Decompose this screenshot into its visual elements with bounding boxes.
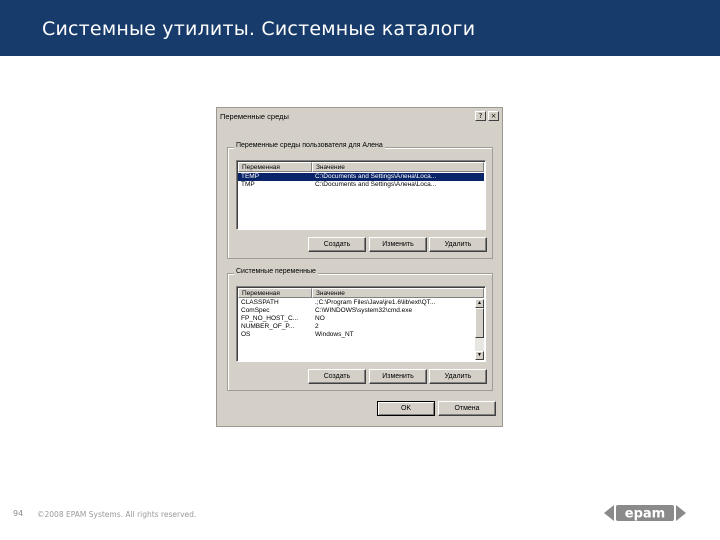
system-delete-button[interactable]: Удалить xyxy=(429,369,487,384)
slide-header: Системные утилиты. Системные каталоги xyxy=(0,0,720,56)
list-item[interactable]: CLASSPATH .;C:\Program Files\Java\jre1.6\… xyxy=(238,299,474,307)
variable-name: NUMBER_OF_P... xyxy=(241,323,295,330)
variable-value: NO xyxy=(315,315,325,322)
variable-value: C:\Documents and Settings\Алена\Loca... xyxy=(315,173,437,180)
system-list-rows: CLASSPATH .;C:\Program Files\Java\jre1.6\… xyxy=(238,299,474,339)
user-edit-button[interactable]: Изменить xyxy=(369,237,427,252)
variable-value: C:\Documents and Settings\Алена\Loca... xyxy=(315,181,437,188)
user-variables-list[interactable]: Переменная Значение TEMP C:\Documents and… xyxy=(236,160,486,230)
user-new-button[interactable]: Создать xyxy=(308,237,366,252)
environment-variables-dialog: Переменные среды ? × Переменные среды по… xyxy=(216,107,503,427)
scroll-up-icon[interactable]: ▲ xyxy=(475,299,484,308)
variable-value: Windows_NT xyxy=(315,331,354,338)
variable-value: 2 xyxy=(315,323,319,330)
epam-logo: epam xyxy=(604,505,686,522)
ok-button[interactable]: OK xyxy=(377,401,435,416)
variable-name: TEMP xyxy=(241,173,260,180)
dialog-titlebar: Переменные среды ? × xyxy=(217,108,502,126)
variable-name: ComSpec xyxy=(241,307,270,314)
user-variables-legend: Переменные среды пользователя для Алена xyxy=(234,142,385,149)
close-icon[interactable]: × xyxy=(488,111,499,121)
system-variables-list[interactable]: Переменная Значение CLASSPATH .;C:\Progra… xyxy=(236,286,486,362)
system-list-header: Переменная Значение xyxy=(238,288,484,298)
column-header-value[interactable]: Значение xyxy=(312,162,484,172)
system-variables-group: Системные переменные Переменная Значение… xyxy=(227,268,493,391)
variable-value: C:\WINDOWS\system32\cmd.exe xyxy=(315,307,413,314)
variable-name: OS xyxy=(241,331,251,338)
user-variables-group: Переменные среды пользователя для Алена … xyxy=(227,142,493,259)
column-header-value[interactable]: Значение xyxy=(312,288,484,298)
slide-title: Системные утилиты. Системные каталоги xyxy=(42,18,476,40)
system-edit-button[interactable]: Изменить xyxy=(369,369,427,384)
list-item[interactable]: TMP C:\Documents and Settings\Алена\Loca.… xyxy=(238,181,484,189)
list-item[interactable]: NUMBER_OF_P... 2 xyxy=(238,323,474,331)
scroll-thumb[interactable] xyxy=(475,308,484,338)
variable-name: TMP xyxy=(241,181,255,188)
cancel-button[interactable]: Отмена xyxy=(438,401,496,416)
user-list-rows: TEMP C:\Documents and Settings\Алена\Loca… xyxy=(238,173,484,189)
user-list-header: Переменная Значение xyxy=(238,162,484,172)
system-variables-legend: Системные переменные xyxy=(234,268,318,275)
list-item[interactable]: FP_NO_HOST_C... NO xyxy=(238,315,474,323)
logo-text: epam xyxy=(625,507,665,522)
variable-name: CLASSPATH xyxy=(241,299,279,306)
dialog-title: Переменные среды xyxy=(220,112,289,121)
list-item[interactable]: ComSpec C:\WINDOWS\system32\cmd.exe xyxy=(238,307,474,315)
page-number: 94 xyxy=(13,509,24,518)
variable-value: .;C:\Program Files\Java\jre1.6\lib\ext\Q… xyxy=(315,299,436,306)
list-item[interactable]: OS Windows_NT xyxy=(238,331,474,339)
column-header-variable[interactable]: Переменная xyxy=(238,162,312,172)
variable-name: FP_NO_HOST_C... xyxy=(241,315,299,322)
help-icon[interactable]: ? xyxy=(475,111,486,121)
scroll-down-icon[interactable]: ▼ xyxy=(475,351,484,360)
system-list-scrollbar[interactable]: ▲ ▼ xyxy=(475,299,484,360)
list-item[interactable]: TEMP C:\Documents and Settings\Алена\Loca… xyxy=(238,173,484,181)
copyright-text: ©2008 EPAM Systems. All rights reserved. xyxy=(37,510,197,519)
column-header-variable[interactable]: Переменная xyxy=(238,288,312,298)
system-new-button[interactable]: Создать xyxy=(308,369,366,384)
user-delete-button[interactable]: Удалить xyxy=(429,237,487,252)
